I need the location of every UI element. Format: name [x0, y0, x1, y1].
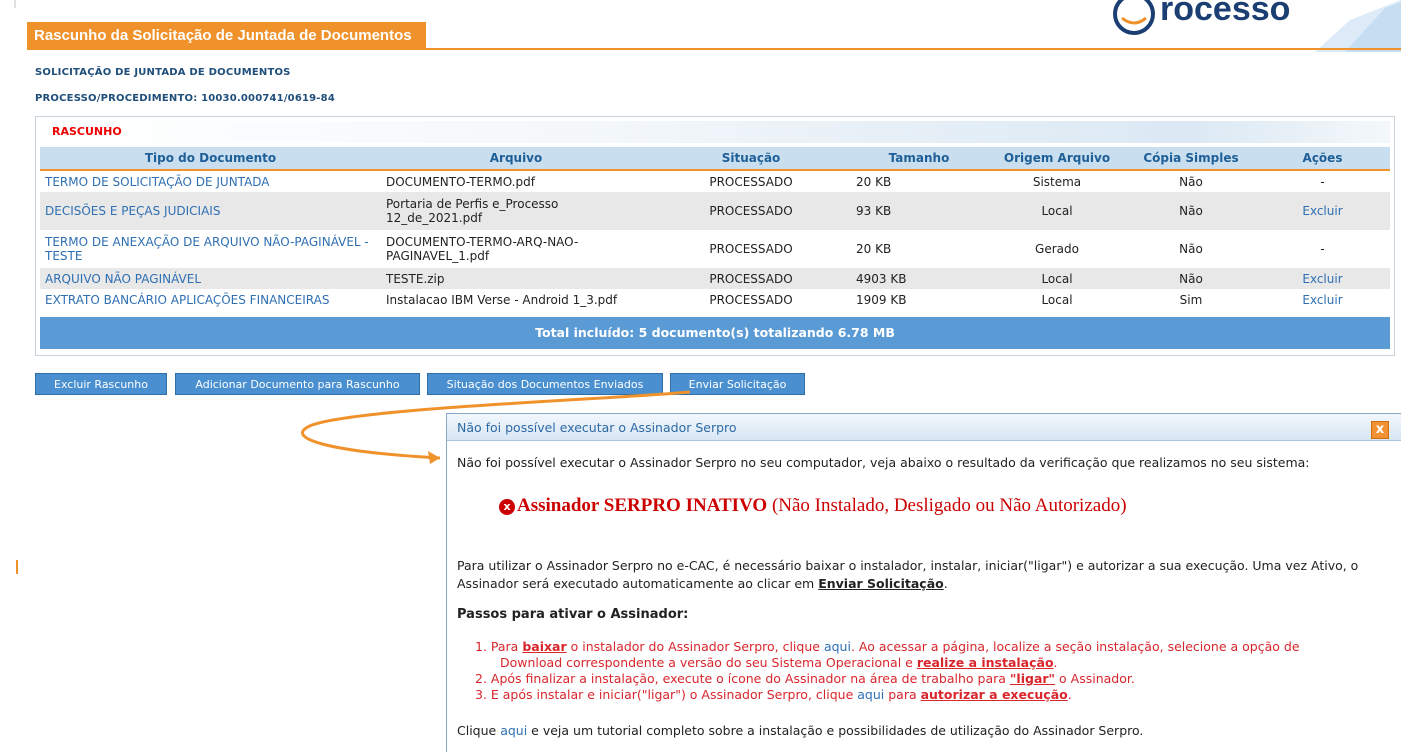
size-cell: 20 KB — [851, 230, 987, 268]
window-corner-fragment — [0, 0, 16, 8]
steps-list: 1. Para baixar o instalador do Assinador… — [475, 639, 1300, 703]
send-request-ref: Enviar Solicitação — [818, 576, 944, 591]
status-cell: PROCESSADO — [651, 170, 851, 192]
col-header-arquivo: Arquivo — [381, 147, 651, 171]
svg-text:rocesso: rocesso — [1160, 0, 1290, 28]
add-document-button[interactable]: Adicionar Documento para Rascunho — [175, 373, 420, 395]
tutorial-link[interactable]: aqui — [500, 723, 527, 738]
draft-documents-panel: RASCUNHO Tipo do Documento Arquivo Situa… — [35, 116, 1395, 356]
size-cell: 20 KB — [851, 170, 987, 192]
file-name: TESTE.zip — [381, 268, 651, 289]
request-heading: SOLICITAÇÃO DE JUNTADA DE DOCUMENTOS — [35, 67, 291, 78]
delete-link[interactable]: Excluir — [1255, 289, 1390, 310]
status-cell: PROCESSADO — [651, 192, 851, 230]
draft-section-label: RASCUNHO — [52, 125, 122, 138]
origin-cell: Local — [987, 289, 1127, 310]
copy-cell: Não — [1127, 268, 1255, 289]
document-type-link[interactable]: EXTRATO BANCÁRIO APLICAÇÕES FINANCEIRAS — [40, 289, 381, 310]
status-cell: PROCESSADO — [651, 289, 851, 310]
table-row: EXTRATO BANCÁRIO APLICAÇÕES FINANCEIRAS … — [40, 289, 1390, 310]
file-name: Instalacao IBM Verse - Android 1_3.pdf — [381, 289, 651, 310]
copy-cell: Não — [1127, 170, 1255, 192]
col-header-origem: Origem Arquivo — [987, 147, 1127, 171]
step-2: 2. Após finalizar a instalação, execute … — [475, 671, 1135, 686]
file-name: Portaria de Perfis e_Processo 12_de_2021.… — [381, 192, 651, 230]
col-header-tamanho: Tamanho — [851, 147, 987, 171]
instructions-line-2: Assinador será executado automaticamente… — [457, 576, 948, 591]
col-header-copia: Cópia Simples — [1127, 147, 1255, 171]
table-row: TERMO DE ANEXAÇÃO DE ARQUIVO NÃO-PAGINÁV… — [40, 230, 1390, 268]
close-icon[interactable]: x — [1371, 421, 1389, 439]
draft-section-header: RASCUNHO — [40, 121, 1390, 143]
dialog-titlebar: Não foi possível executar o Assinador Se… — [447, 414, 1401, 441]
col-header-tipo: Tipo do Documento — [40, 147, 381, 171]
tutorial-line: Clique aqui e veja um tutorial completo … — [457, 723, 1144, 738]
step-1-cont: Download correspondente a versão do seu … — [500, 655, 1058, 670]
signer-error-dialog: Não foi possível executar o Assinador Se… — [446, 413, 1401, 752]
left-edge-mark — [16, 560, 23, 574]
table-row: TERMO DE SOLICITAÇÃO DE JUNTADA DOCUMENT… — [40, 170, 1390, 192]
error-icon: x — [499, 499, 515, 515]
size-cell: 4903 KB — [851, 268, 987, 289]
send-request-button[interactable]: Enviar Solicitação — [670, 373, 805, 395]
origin-cell: Local — [987, 268, 1127, 289]
document-type-link[interactable]: TERMO DE SOLICITAÇÃO DE JUNTADA — [40, 170, 381, 192]
status-title: Assinador SERPRO INATIVO — [517, 495, 768, 516]
download-link[interactable]: aqui — [824, 639, 851, 654]
size-cell: 1909 KB — [851, 289, 987, 310]
delete-link[interactable]: Excluir — [1255, 268, 1390, 289]
document-type-link[interactable]: ARQUIVO NÃO PAGINÁVEL — [40, 268, 381, 289]
document-type-link[interactable]: TERMO DE ANEXAÇÃO DE ARQUIVO NÃO-PAGINÁV… — [40, 230, 381, 268]
title-underline — [27, 48, 1401, 50]
authorize-link[interactable]: aqui — [857, 687, 884, 702]
copy-cell: Não — [1127, 230, 1255, 268]
step-3: 3. E após instalar e iniciar("ligar") o … — [475, 687, 1072, 702]
copy-cell: Sim — [1127, 289, 1255, 310]
delete-link[interactable]: Excluir — [1255, 192, 1390, 230]
col-header-acoes: Ações — [1255, 147, 1390, 171]
page-title: Rascunho da Solicitação de Juntada de Do… — [27, 22, 426, 48]
instructions-line-1: Para utilizar o Assinador Serpro no e-CA… — [457, 558, 1359, 573]
processo-logo: rocesso — [1100, 0, 1401, 52]
table-row: ARQUIVO NÃO PAGINÁVEL TESTE.zip PROCESSA… — [40, 268, 1390, 289]
status-cell: PROCESSADO — [651, 268, 851, 289]
process-number: PROCESSO/PROCEDIMENTO: 10030.000741/0619… — [35, 93, 335, 104]
action-cell: - — [1255, 230, 1390, 268]
signer-status: x Assinador SERPRO INATIVO (Não Instalado… — [499, 495, 1127, 517]
delete-draft-button[interactable]: Excluir Rascunho — [35, 373, 167, 395]
dialog-title: Não foi possível executar o Assinador Se… — [457, 420, 737, 435]
col-header-situacao: Situação — [651, 147, 851, 171]
sent-documents-status-button[interactable]: Situação dos Documentos Enviados — [427, 373, 663, 395]
dialog-intro: Não foi possível executar o Assinador Se… — [457, 455, 1310, 470]
size-cell: 93 KB — [851, 192, 987, 230]
origin-cell: Gerado — [987, 230, 1127, 268]
steps-title: Passos para ativar o Assinador: — [457, 607, 689, 622]
document-type-link[interactable]: DECISÕES E PEÇAS JUDICIAIS — [40, 192, 381, 230]
status-cell: PROCESSADO — [651, 230, 851, 268]
file-name: DOCUMENTO-TERMO.pdf — [381, 170, 651, 192]
copy-cell: Não — [1127, 192, 1255, 230]
origin-cell: Sistema — [987, 170, 1127, 192]
total-summary: Total incluído: 5 documento(s) totalizan… — [40, 317, 1390, 349]
action-cell: - — [1255, 170, 1390, 192]
status-detail: (Não Instalado, Desligado ou Não Autoriz… — [767, 495, 1127, 516]
file-name: DOCUMENTO-TERMO-ARQ-NAO- PAGINAVEL_1.pdf — [381, 230, 651, 268]
documents-table: Tipo do Documento Arquivo Situação Taman… — [40, 147, 1390, 310]
step-1: 1. Para baixar o instalador do Assinador… — [475, 639, 1300, 654]
origin-cell: Local — [987, 192, 1127, 230]
table-row: DECISÕES E PEÇAS JUDICIAIS Portaria de P… — [40, 192, 1390, 230]
